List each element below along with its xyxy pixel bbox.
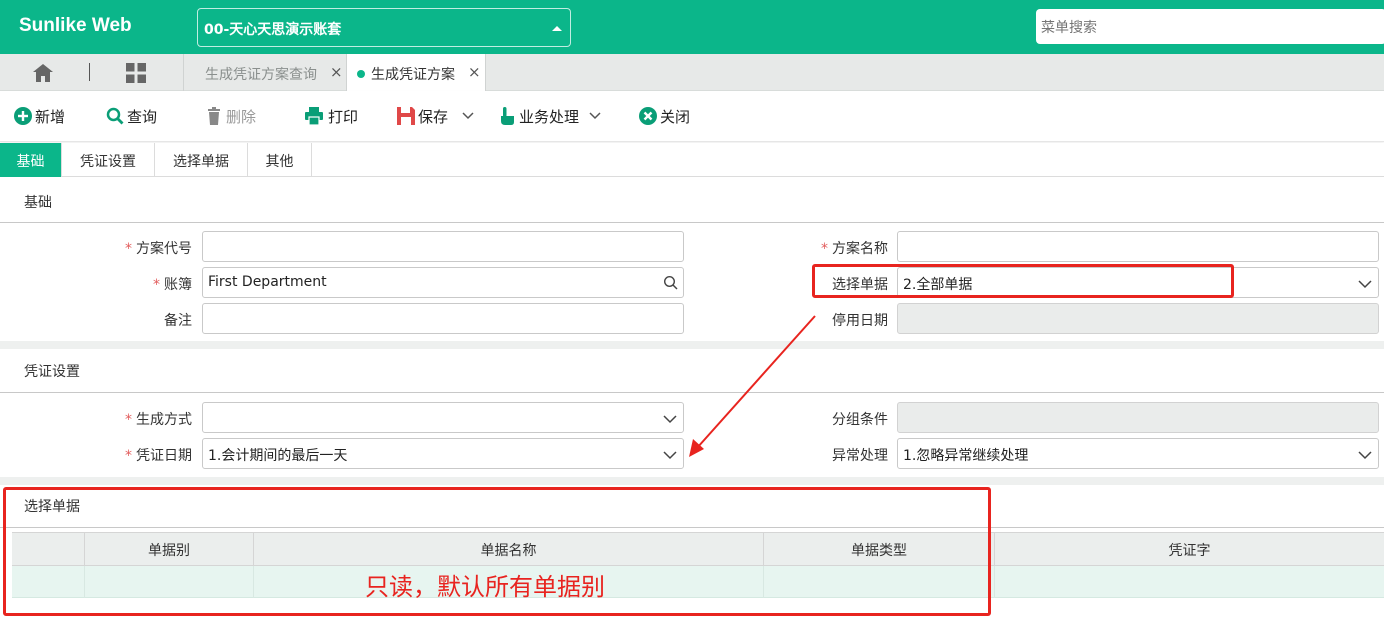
- search-icon[interactable]: [663, 275, 678, 290]
- section-divider: [0, 392, 1384, 393]
- gen-method-label: * 生成方式: [125, 412, 192, 428]
- save-button-label: 保存: [418, 108, 449, 126]
- annotation-text: 只读，默认所有单据别: [365, 573, 605, 601]
- disable-date-label: 停用日期: [832, 313, 888, 329]
- page-tabs: 基础 凭证设置 选择单据 其他: [0, 143, 1384, 177]
- grid-header-voucher-word[interactable]: 凭证字: [995, 533, 1384, 565]
- remark-input[interactable]: [202, 303, 684, 334]
- active-dot-icon: [357, 70, 365, 78]
- page-tab-basic[interactable]: 基础: [0, 143, 62, 177]
- tab-scheme-query[interactable]: 生成凭证方案查询 ×: [184, 54, 346, 91]
- business-process-button[interactable]: 业务处理: [498, 106, 602, 127]
- exception-select[interactable]: 1.忽略异常继续处理: [897, 438, 1379, 469]
- tab-label: 生成凭证方案: [371, 67, 455, 83]
- section-gap: [0, 477, 1384, 485]
- account-selector-value: 00-天心天思演示账套: [204, 22, 342, 38]
- top-bar: Sunlike Web 00-天心天思演示账套: [0, 0, 1384, 54]
- page-tab-select-documents[interactable]: 选择单据: [155, 143, 248, 177]
- trash-icon: [208, 107, 220, 125]
- printer-icon: [305, 107, 323, 125]
- exception-value: 1.忽略异常继续处理: [903, 448, 1029, 464]
- query-button-label: 查询: [127, 108, 158, 126]
- tab-bar: 生成凭证方案查询 × 生成凭证方案 ×: [0, 54, 1384, 91]
- delete-button[interactable]: 删除: [205, 106, 256, 127]
- group-cond-input: [897, 402, 1379, 433]
- close-icon[interactable]: ×: [330, 63, 343, 81]
- ledger-label: * 账簿: [153, 277, 192, 293]
- chevron-down-icon: [1358, 451, 1372, 460]
- save-button[interactable]: 保存: [397, 106, 475, 127]
- ledger-lookup[interactable]: First Department: [202, 267, 684, 298]
- close-button[interactable]: 关闭: [639, 106, 690, 127]
- chevron-down-icon: [1358, 280, 1372, 289]
- menu-search-input[interactable]: [1036, 9, 1384, 44]
- caret-up-icon: [552, 26, 562, 31]
- tab-bar-divider: [89, 63, 90, 81]
- section-gap: [0, 341, 1384, 349]
- brand-logo: Sunlike Web: [19, 15, 132, 36]
- chevron-down-icon[interactable]: [588, 109, 602, 123]
- plus-circle-icon: [14, 107, 32, 125]
- close-icon[interactable]: ×: [468, 63, 481, 81]
- remark-label: 备注: [164, 313, 192, 329]
- close-circle-icon: [639, 107, 657, 125]
- scheme-name-input[interactable]: [897, 231, 1379, 262]
- search-icon: [106, 107, 124, 125]
- section-title-voucher: 凭证设置: [24, 364, 80, 380]
- add-button-label: 新增: [35, 108, 66, 126]
- chevron-down-icon: [663, 415, 677, 424]
- floppy-disk-icon: [397, 107, 415, 125]
- voucher-date-value: 1.会计期间的最后一天: [208, 448, 348, 464]
- close-button-label: 关闭: [660, 108, 691, 126]
- tab-scheme[interactable]: 生成凭证方案 ×: [346, 54, 486, 91]
- query-button[interactable]: 查询: [106, 106, 157, 127]
- scheme-code-label: * 方案代号: [125, 241, 192, 257]
- hand-pointer-icon: [501, 107, 514, 125]
- voucher-date-label: * 凭证日期: [125, 448, 192, 464]
- print-button[interactable]: 打印: [303, 106, 358, 127]
- section-divider: [0, 222, 1384, 223]
- scheme-code-input[interactable]: [202, 231, 684, 262]
- home-icon[interactable]: [33, 64, 53, 82]
- business-process-label: 业务处理: [519, 108, 580, 126]
- disable-date-input: [897, 303, 1379, 334]
- exception-label: 异常处理: [832, 448, 888, 464]
- account-selector[interactable]: 00-天心天思演示账套: [197, 8, 571, 47]
- voucher-date-select[interactable]: 1.会计期间的最后一天: [202, 438, 684, 469]
- page-tab-voucher-settings[interactable]: 凭证设置: [62, 143, 155, 177]
- section-title-basic: 基础: [24, 195, 52, 211]
- apps-grid-icon[interactable]: [126, 63, 146, 83]
- delete-button-label: 删除: [226, 108, 257, 126]
- app-window: Sunlike Web 00-天心天思演示账套 生成凭证方案查询 × 生成凭证方…: [0, 0, 1384, 619]
- chevron-down-icon: [663, 451, 677, 460]
- gen-method-select[interactable]: [202, 402, 684, 433]
- scheme-name-label: * 方案名称: [821, 241, 888, 257]
- tab-label: 生成凭证方案查询: [205, 67, 317, 83]
- ledger-value: First Department: [208, 274, 327, 290]
- annotation-highlight-box: [812, 264, 1234, 298]
- group-cond-label: 分组条件: [832, 412, 888, 428]
- toolbar: 新增 查询 删除 打印 保存 业务处理 关闭: [0, 91, 1384, 142]
- add-button[interactable]: 新增: [14, 106, 65, 127]
- print-button-label: 打印: [328, 108, 359, 126]
- chevron-down-icon[interactable]: [461, 109, 475, 123]
- page-tab-other[interactable]: 其他: [248, 143, 312, 177]
